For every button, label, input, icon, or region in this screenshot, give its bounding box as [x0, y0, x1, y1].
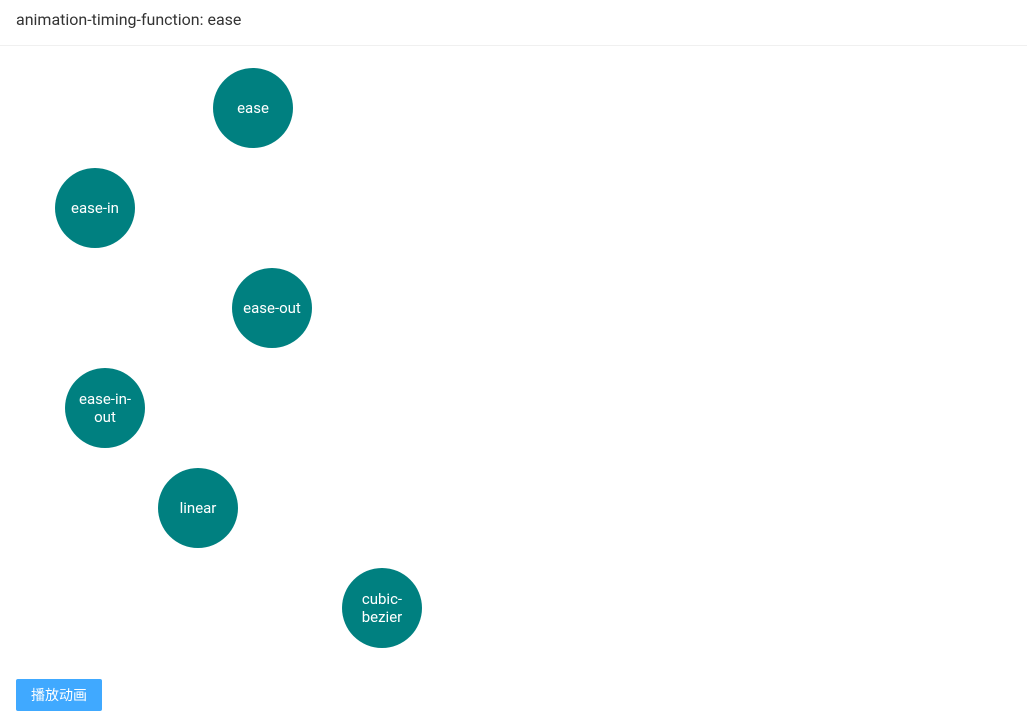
circle-cubic-bezier: cubic-bezier — [342, 568, 422, 648]
play-animation-button[interactable]: 播放动画 — [16, 679, 102, 711]
circle-ease-out: ease-out — [232, 268, 312, 348]
circle-label: ease-out — [243, 299, 301, 317]
circle-label: ease-in-out — [69, 390, 141, 426]
circle-label: ease-in — [71, 199, 119, 217]
circle-ease-in: ease-in — [55, 168, 135, 248]
animation-stage: ease ease-in ease-out ease-in-out linear… — [0, 46, 1027, 646]
circle-label: ease — [237, 99, 269, 117]
page-title: animation-timing-function: ease — [0, 0, 1027, 46]
circle-ease-in-out: ease-in-out — [65, 368, 145, 448]
title-text: animation-timing-function: ease — [16, 10, 241, 29]
circle-label: cubic-bezier — [346, 590, 418, 626]
circle-label: linear — [180, 499, 217, 517]
footer: 播放动画 — [16, 679, 102, 711]
circle-ease: ease — [213, 68, 293, 148]
circle-linear: linear — [158, 468, 238, 548]
